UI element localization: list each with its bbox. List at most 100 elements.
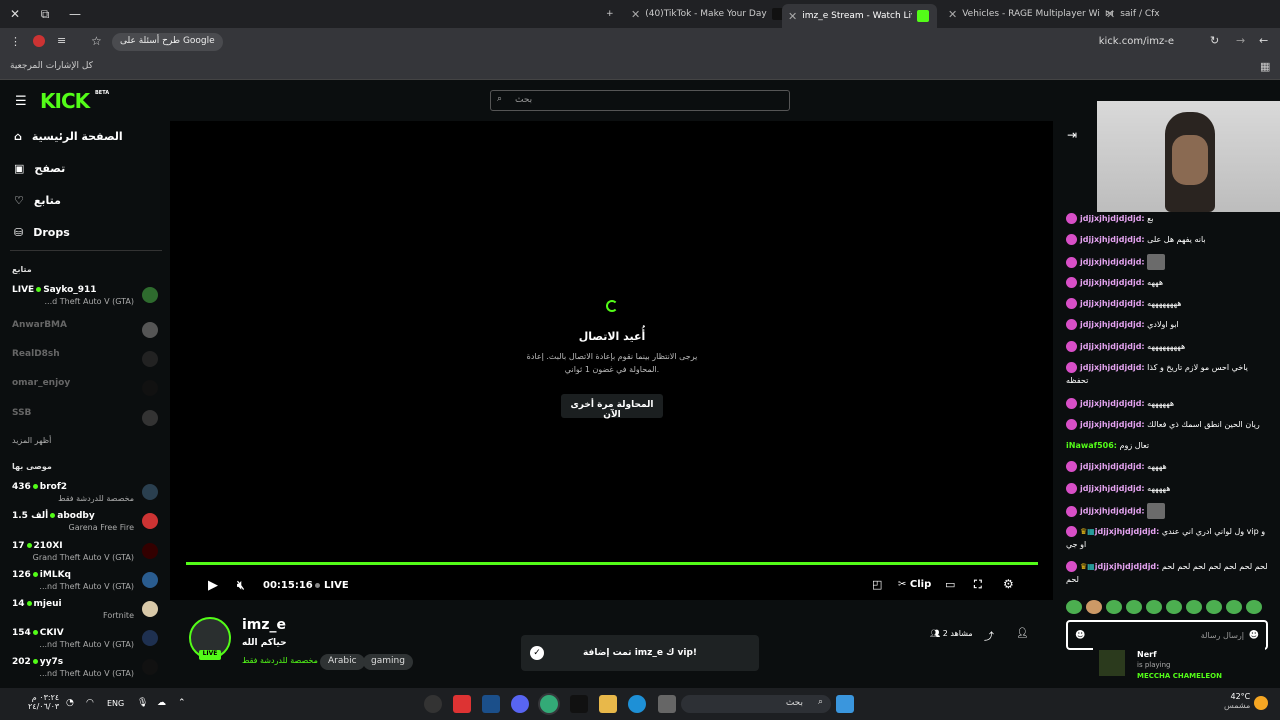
notification-icon[interactable]: ◔ bbox=[66, 698, 74, 708]
weather[interactable]: 42°C مشمس bbox=[1224, 692, 1250, 710]
theater-mode-icon[interactable]: ▭ bbox=[945, 578, 955, 591]
forward-icon[interactable]: → bbox=[1236, 34, 1245, 47]
divider bbox=[10, 250, 162, 251]
site-search-input[interactable]: ⌕ بحث bbox=[490, 90, 790, 111]
all-bookmarks[interactable]: كل الإشارات المرجعية bbox=[10, 61, 93, 71]
apps-grid-icon[interactable]: ▦ bbox=[1260, 60, 1270, 73]
channel-item[interactable]: 17 210XI Grand Theft Auto V (GTA) bbox=[12, 541, 158, 565]
bookmark-star-icon[interactable]: ☆ bbox=[91, 34, 102, 48]
emote-icon[interactable] bbox=[1206, 600, 1222, 614]
settings-gear-icon[interactable]: ⚙ bbox=[1003, 577, 1014, 591]
new-tab-button[interactable]: + bbox=[600, 4, 620, 24]
close-icon[interactable]: ✕ bbox=[1106, 8, 1115, 21]
sidebar-item-following[interactable]: ♡ متابع bbox=[14, 194, 61, 207]
channel-item[interactable]: 436 brof2 مخصصة للدردشة فقط bbox=[12, 482, 158, 506]
close-icon[interactable]: ✕ bbox=[788, 10, 797, 23]
language-indicator[interactable]: ENG bbox=[107, 699, 124, 708]
close-window-icon[interactable]: ✕ bbox=[0, 7, 30, 21]
channel-item[interactable]: 202 yy7s ...nd Theft Auto V (GTA) bbox=[12, 657, 158, 681]
emote-icon[interactable] bbox=[1066, 600, 1082, 614]
url-text[interactable]: kick.com/imz-e bbox=[1099, 36, 1174, 47]
fullscreen-icon[interactable]: ⛶ bbox=[974, 578, 982, 592]
back-icon[interactable]: ← bbox=[1259, 34, 1268, 47]
windows-start-icon[interactable] bbox=[836, 695, 854, 713]
taskbar-search[interactable]: بحث ⌕ bbox=[681, 695, 831, 713]
chat-message: jdjjxjhjdjdjdjd: ههههههه bbox=[1066, 397, 1270, 410]
emote-icon[interactable] bbox=[1186, 600, 1202, 614]
app-icon[interactable] bbox=[453, 695, 471, 713]
emote-icon[interactable] bbox=[1146, 600, 1162, 614]
retry-now-button[interactable]: المحاولة مرة أخرى الآن bbox=[561, 394, 663, 420]
menu-icon[interactable]: ⋮ bbox=[10, 35, 21, 48]
hamburger-menu-icon[interactable]: ☰ bbox=[15, 94, 27, 109]
sidebar-item-browse[interactable]: ▣ تصفح bbox=[14, 162, 65, 175]
tag-pill[interactable]: gaming bbox=[363, 654, 413, 670]
kick-logo[interactable]: KICK bbox=[40, 89, 90, 113]
mute-icon[interactable]: 🔇︎ bbox=[237, 578, 245, 593]
discord-icon[interactable] bbox=[511, 695, 529, 713]
emoji-icon[interactable]: ☻ bbox=[1075, 630, 1085, 641]
channel-item[interactable]: 154 CKIV ...nd Theft Auto V (GTA) bbox=[12, 628, 158, 652]
emote-icon[interactable] bbox=[1166, 600, 1182, 614]
collapse-chat-icon[interactable]: ⇥ bbox=[1067, 128, 1077, 142]
play-icon[interactable]: ▶ bbox=[208, 578, 218, 593]
follow-user-icon[interactable]: 👤︎ bbox=[1016, 628, 1029, 639]
cloud-icon[interactable]: ☁ bbox=[157, 698, 166, 708]
sidebar-item-home[interactable]: ⌂ الصفحة الرئيسية bbox=[14, 130, 123, 143]
channel-item[interactable]: 1.5 ألف abodby Garena Free Fire bbox=[12, 511, 158, 535]
google-search-pill[interactable]: طرح أسئلة على Google bbox=[112, 33, 223, 51]
tab-kick[interactable]: ✕ imz_e Stream - Watch Live on K bbox=[782, 4, 937, 28]
mic-icon[interactable]: 🎙︎ bbox=[137, 698, 148, 708]
channel-item[interactable]: AnwarBMA bbox=[12, 320, 158, 344]
settings-app-icon[interactable] bbox=[424, 695, 442, 713]
clip-button[interactable]: ✂ Clip bbox=[898, 579, 931, 590]
tab-rage[interactable]: ✕ Vehicles - RAGE Multiplayer Wi ⋈ bbox=[942, 4, 1120, 24]
tab-cfx[interactable]: ✕ saif / Cfx bbox=[1100, 4, 1166, 24]
tag-pill[interactable]: Arabic bbox=[320, 654, 365, 670]
profile-icon[interactable] bbox=[33, 35, 45, 47]
sidebar-item-drops[interactable]: ⛁ Drops bbox=[14, 226, 70, 239]
emote-icon[interactable] bbox=[1226, 600, 1242, 614]
edge-icon[interactable] bbox=[628, 695, 646, 713]
reading-list-icon[interactable]: ≡ bbox=[57, 34, 66, 47]
progress-bar[interactable] bbox=[186, 562, 1038, 565]
share-icon[interactable]: ⤴ bbox=[984, 628, 994, 643]
channel-item[interactable]: LIVE Sayko_911 ...d Theft Auto V (GTA) bbox=[12, 285, 158, 309]
file-explorer-icon[interactable] bbox=[599, 695, 617, 713]
channel-item[interactable]: SSB bbox=[12, 408, 158, 432]
vip-toast: ✓ تمت إضافة imz_e ك vip! bbox=[521, 635, 759, 671]
clock[interactable]: ٠٣:٢٤ م ٢٤/٠٦/٠٣ bbox=[28, 693, 59, 711]
restore-window-icon[interactable]: ⧉ bbox=[30, 7, 60, 22]
drops-icon: ⛁ bbox=[14, 226, 24, 239]
emote-icon[interactable] bbox=[1086, 600, 1102, 614]
channel-item[interactable]: RealD8sh bbox=[12, 349, 158, 373]
send-icon[interactable]: ☻ bbox=[1249, 630, 1259, 641]
emote-icon[interactable] bbox=[1246, 600, 1262, 614]
streamer-name[interactable]: imz_e bbox=[242, 617, 286, 633]
live-badge: LIVE bbox=[199, 650, 221, 660]
chrome-icon[interactable] bbox=[540, 695, 558, 713]
channel-item[interactable]: omar_enjoy bbox=[12, 378, 158, 402]
emote-icon[interactable] bbox=[1126, 600, 1142, 614]
chevron-up-icon[interactable]: ⌃ bbox=[178, 698, 186, 708]
emote-icon[interactable] bbox=[1106, 600, 1122, 614]
app-icon[interactable] bbox=[658, 695, 676, 713]
following-heading: متابع bbox=[12, 265, 32, 274]
reload-icon[interactable]: ↻ bbox=[1210, 34, 1219, 47]
pip-icon[interactable]: ◰ bbox=[872, 578, 882, 591]
steam-icon[interactable] bbox=[482, 695, 500, 713]
wifi-icon[interactable]: ◠ bbox=[86, 698, 94, 708]
stream-category[interactable]: مخصصة للدردشة فقط bbox=[242, 656, 318, 665]
close-icon[interactable]: ✕ bbox=[948, 8, 957, 21]
channel-item[interactable]: 14 mjeui Fortnite bbox=[12, 599, 158, 623]
chat-message: jdjjxjhjdjdjdjd: ريان الحين انطق اسمك ذي… bbox=[1066, 418, 1270, 431]
tab-tiktok[interactable]: ✕ (40)TikTok - Make Your Day bbox=[625, 4, 790, 24]
chat-message: jdjjxjhjdjdjdjd: ههههههههه bbox=[1066, 297, 1270, 310]
show-more-link[interactable]: أظهر المزيد bbox=[12, 436, 51, 445]
close-icon[interactable]: ✕ bbox=[631, 8, 640, 21]
app-icon[interactable] bbox=[570, 695, 588, 713]
viewer-count: 👥︎ مشاهد 2 bbox=[930, 629, 973, 638]
channel-item[interactable]: 126 iMLKq ...nd Theft Auto V (GTA) bbox=[12, 570, 158, 594]
minimize-window-icon[interactable]: — bbox=[60, 7, 90, 21]
bookmarks-bar: كل الإشارات المرجعية ▦ bbox=[0, 56, 1280, 80]
